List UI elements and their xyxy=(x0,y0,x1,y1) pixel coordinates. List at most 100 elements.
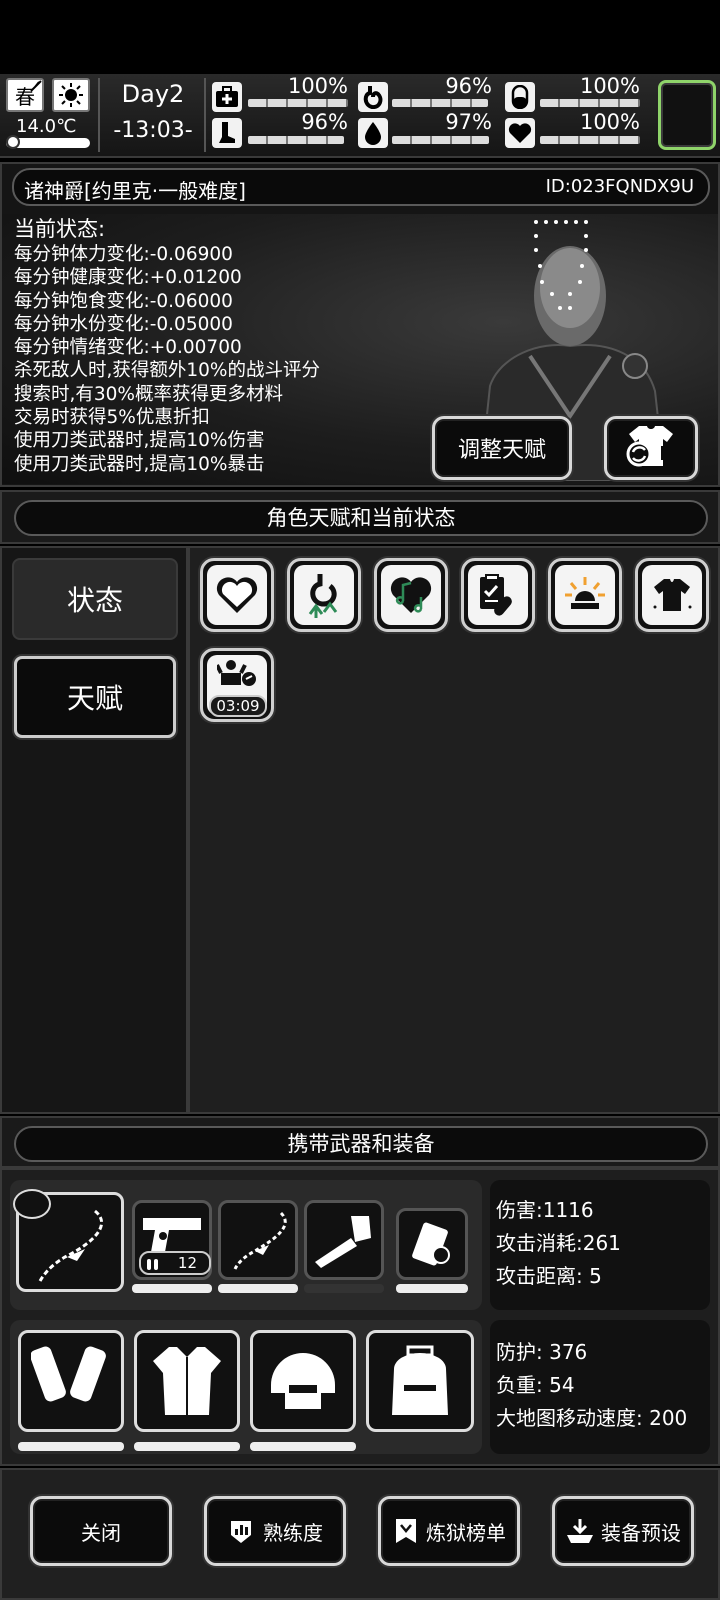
pistol-durability xyxy=(132,1284,212,1293)
clipboard-pill-icon xyxy=(480,574,512,616)
stomach-icon xyxy=(358,82,388,112)
adjust-talent-label: 调整天赋 xyxy=(457,438,546,463)
helmet-durability xyxy=(250,1442,356,1451)
backpack-icon xyxy=(392,1345,448,1415)
music-heart-icon xyxy=(390,577,432,613)
whip-durability xyxy=(218,1284,298,1293)
temperature-bar xyxy=(6,135,90,149)
helmet-slot[interactable] xyxy=(250,1330,356,1432)
equipment-preset-button[interactable]: 装备预设 xyxy=(552,1496,694,1566)
status-line: 杀死敌人时,获得额外10%的战斗评分 xyxy=(14,360,321,382)
proficiency-chart-icon xyxy=(231,1521,251,1543)
mood-value: 100% xyxy=(579,110,640,134)
armor-case-icon xyxy=(412,1222,450,1266)
status-effect-alarm[interactable] xyxy=(548,558,622,632)
purgatory-ranking-button[interactable]: 炼狱榜单 xyxy=(378,1496,520,1566)
status-line: 使用刀类武器时,提高10%伤害 xyxy=(14,430,265,452)
hydration-value: 97% xyxy=(445,110,492,134)
character-id: ID:023FQNDX9U xyxy=(545,176,694,197)
heart-icon xyxy=(216,577,258,613)
status-effect-clothing[interactable] xyxy=(635,558,709,632)
character-panel: 诸神爵[约里克·一般难度] ID:023FQNDX9U 当前状态: 每分钟体力变… xyxy=(0,162,720,487)
mood-bar xyxy=(540,136,640,144)
adjust-talent-button[interactable]: 调整天赋 xyxy=(432,416,572,480)
tab-status[interactable]: 状态 xyxy=(12,558,178,640)
alarm-light-icon xyxy=(565,577,605,609)
chain-whip-icon xyxy=(233,1211,287,1270)
tab-talent[interactable]: 天赋 xyxy=(14,656,176,738)
proficiency-button[interactable]: 熟练度 xyxy=(204,1496,346,1566)
status-effect-timed-buff[interactable]: 03:09 xyxy=(200,648,274,722)
talents-title: 角色天赋和当前状态 xyxy=(14,500,708,536)
weapon-stats-box: 伤害:1116 攻击消耗:261 攻击距离: 5 xyxy=(490,1180,710,1310)
proficiency-label: 熟练度 xyxy=(263,1520,323,1545)
shirt-icon xyxy=(653,579,692,611)
status-line: 每分钟饱食变化:-0.06000 xyxy=(14,290,233,312)
tab-status-label: 状态 xyxy=(66,584,123,617)
flexing-person-icon xyxy=(217,660,256,686)
status-line: 使用刀类武器时,提高10%暴击 xyxy=(14,453,265,475)
hydration-bar xyxy=(392,136,489,144)
bottom-button-bar: 关闭 熟练度 炼狱榜单 装备预设 xyxy=(0,1468,720,1600)
armor-stats-box: 防护: 376 负重: 54 大地图移动速度: 200 xyxy=(490,1320,710,1454)
fist-durability xyxy=(304,1284,384,1293)
capsule-icon xyxy=(505,82,535,112)
status-line: 每分钟健康变化:+0.01200 xyxy=(14,267,242,289)
banner-icon xyxy=(396,1519,416,1543)
status-effect-mood[interactable] xyxy=(374,558,448,632)
arm-guard-icon xyxy=(31,1346,106,1402)
protection-item-slot[interactable] xyxy=(396,1208,468,1280)
heart-icon xyxy=(505,118,535,148)
talents-header: 角色天赋和当前状态 xyxy=(0,490,720,544)
main-weapon-slot[interactable] xyxy=(13,1189,124,1292)
fist-slot[interactable] xyxy=(304,1200,384,1280)
protection-stat: 防护: 376 xyxy=(496,1340,588,1364)
outfit-swap-icon xyxy=(621,422,681,474)
status-line: 每分钟体力变化:-0.06900 xyxy=(14,244,233,265)
close-label: 关闭 xyxy=(81,1520,121,1545)
energy-value: 96% xyxy=(301,110,348,134)
change-outfit-button[interactable] xyxy=(604,416,698,480)
energy-bar xyxy=(248,136,344,144)
status-lines: 每分钟体力变化:-0.06900 每分钟健康变化:+0.01200 每分钟饱食变… xyxy=(14,243,320,476)
temperature-label: 14.0℃ xyxy=(16,116,77,137)
status-effect-digestion[interactable] xyxy=(287,558,361,632)
stamina-value: 100% xyxy=(287,74,348,98)
time-label: -13:03- xyxy=(113,118,193,143)
bullet-icon xyxy=(147,1259,158,1270)
pistol-slot[interactable]: 12 xyxy=(132,1200,212,1280)
water-drop-icon xyxy=(358,118,388,148)
protection-durability xyxy=(396,1284,468,1293)
status-effect-health[interactable] xyxy=(200,558,274,632)
arm-guard-slot[interactable] xyxy=(18,1330,124,1432)
whip-slot[interactable] xyxy=(218,1200,298,1280)
equipped-badge-icon xyxy=(13,1189,51,1219)
stomach-boost-icon xyxy=(308,574,338,618)
equipment-title: 携带武器和装备 xyxy=(14,1126,708,1162)
health-bar xyxy=(540,99,640,107)
preset-download-icon xyxy=(567,1519,593,1543)
fist-icon xyxy=(315,1216,371,1268)
menu-slot-button[interactable] xyxy=(658,80,716,150)
damage-stat: 伤害:1116 xyxy=(496,1198,594,1222)
body-armor-durability xyxy=(134,1442,240,1451)
talents-tab-column: 状态 天赋 xyxy=(0,546,188,1114)
map-speed-stat: 大地图移动速度: 200 xyxy=(496,1406,688,1430)
sun-icon xyxy=(52,78,90,112)
character-name: 诸神爵[约里克·一般难度] xyxy=(24,179,246,203)
arm-guard-durability xyxy=(18,1442,124,1451)
close-button[interactable]: 关闭 xyxy=(30,1496,172,1566)
equipment-header: 携带武器和装备 xyxy=(0,1116,720,1168)
buff-timer: 03:09 xyxy=(209,695,267,717)
purgatory-ranking-label: 炼狱榜单 xyxy=(426,1520,506,1545)
status-line: 每分钟水份变化:-0.05000 xyxy=(14,313,233,335)
status-effect-medicine[interactable] xyxy=(461,558,535,632)
status-hud: 春 14.0℃ Day2 -13:03- 100% 96% 100% 96% 9… xyxy=(0,74,720,158)
load-stat: 负重: 54 xyxy=(496,1373,575,1397)
medkit-icon xyxy=(212,82,242,112)
satiety-bar xyxy=(392,99,488,107)
body-armor-slot[interactable] xyxy=(134,1330,240,1432)
health-value: 100% xyxy=(579,74,640,98)
backpack-slot[interactable] xyxy=(366,1330,474,1432)
day-label: Day2 xyxy=(121,80,185,108)
